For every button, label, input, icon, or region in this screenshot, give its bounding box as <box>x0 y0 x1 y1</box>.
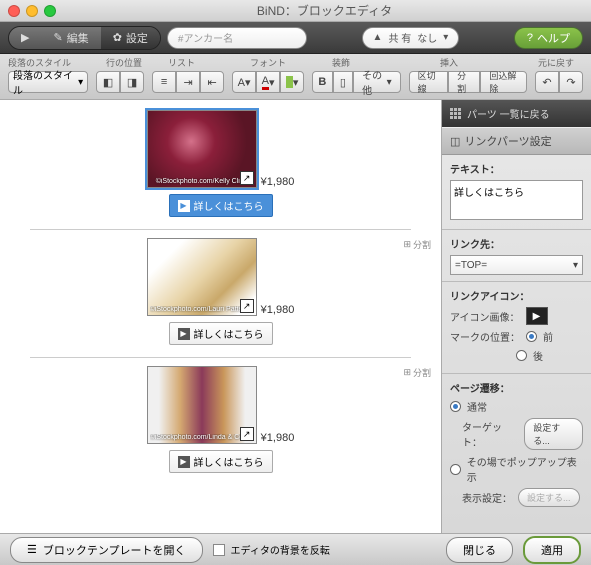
link-label: リンク先： <box>450 236 583 251</box>
link-target-dropdown[interactable]: =TOP=▾ <box>450 255 583 275</box>
close-window-button[interactable] <box>8 5 20 17</box>
expand-icon[interactable]: ↗ <box>240 299 254 313</box>
window-title: BiND：ブロックエディタ <box>66 2 583 19</box>
expand-icon[interactable]: ↗ <box>240 171 254 185</box>
position-after-radio[interactable] <box>516 350 527 361</box>
redo-button[interactable]: ↷ <box>559 71 583 93</box>
play-button[interactable]: ▶ <box>9 27 41 49</box>
checkbox-icon <box>213 544 225 556</box>
arrow-icon: ▶ <box>178 456 190 468</box>
mode-segment: ▶ ✎編集 ✿設定 <box>8 26 161 50</box>
main-toolbar: ▶ ✎編集 ✿設定 #アンカー名 ▲共 有なし▾ ?ヘルプ <box>0 22 591 54</box>
edit-button[interactable]: ✎編集 <box>41 27 100 49</box>
align-left-button[interactable]: ◧ <box>96 71 120 93</box>
canvas[interactable]: ©iStockphoto.com/Kelly Cline ↗ ¥1,980 ▶ … <box>0 100 441 533</box>
properties-panel: パーツ 一覧に戻る ◫ リンクパーツ設定 テキスト： リンク先： =TOP=▾ … <box>441 100 591 533</box>
undo-button[interactable]: ↶ <box>535 71 559 93</box>
price-label: ¥1,980 <box>261 432 295 444</box>
align-right-button[interactable]: ◨ <box>120 71 144 93</box>
anchor-input[interactable]: #アンカー名 <box>167 27 307 49</box>
product-image[interactable]: ©iStockphoto.com/Kelly Cline ↗ <box>147 110 257 188</box>
display-settings-button: 設定する... <box>518 488 580 507</box>
detail-link-button[interactable]: ▶ 詳しくはこちら <box>169 450 273 473</box>
grid-icon <box>450 108 461 119</box>
settings-button[interactable]: ✿設定 <box>101 27 160 49</box>
icon-section-label: リンクアイコン： <box>450 288 583 303</box>
minimize-window-button[interactable] <box>26 5 38 17</box>
content-item: ⊞分割 ©iStockphoto.com/Linda & Colin Mc ↗ … <box>30 366 411 473</box>
list-bullet-button[interactable]: ≡ <box>152 71 176 93</box>
traffic-lights <box>8 5 56 17</box>
other-format-button[interactable]: その他▾ <box>353 71 401 93</box>
quote-button[interactable]: ▯ <box>333 71 354 93</box>
target-settings-button[interactable]: 設定する... <box>524 418 583 450</box>
invert-bg-checkbox-row[interactable]: エディタの背景を反転 <box>213 542 330 557</box>
content-item: ⊞分割 ©iStockphoto.com/Lauri Patterson ↗ ¥… <box>30 238 411 345</box>
zoom-window-button[interactable] <box>44 5 56 17</box>
transition-popup-radio[interactable] <box>450 464 461 475</box>
insert-divider-button[interactable]: 区切線 <box>409 71 448 93</box>
expand-icon[interactable]: ↗ <box>240 427 254 441</box>
panel-header: ◫ リンクパーツ設定 <box>442 127 591 155</box>
help-button[interactable]: ?ヘルプ <box>514 27 583 49</box>
titlebar: BiND：ブロックエディタ <box>0 0 591 22</box>
font-button[interactable]: A▾ <box>232 71 256 93</box>
text-input[interactable] <box>450 180 583 220</box>
transition-normal-radio[interactable] <box>450 401 461 412</box>
template-button[interactable]: ☰ ブロックテンプレートを開く <box>10 537 203 563</box>
transition-label: ページ遷移： <box>450 380 583 395</box>
text-label: テキスト： <box>450 161 583 176</box>
price-label: ¥1,980 <box>261 304 295 316</box>
price-label: ¥1,980 <box>261 176 295 188</box>
footer: ☰ ブロックテンプレートを開く エディタの背景を反転 閉じる 適用 <box>0 533 591 565</box>
highlight-button[interactable]: ▾ <box>280 71 304 93</box>
arrow-icon: ▶ <box>178 200 190 212</box>
arrow-icon: ▶ <box>178 328 190 340</box>
position-before-radio[interactable] <box>526 331 537 342</box>
back-to-parts-button[interactable]: パーツ 一覧に戻る <box>442 100 591 127</box>
format-bar: 段落のスタイル 行の位置 リスト フォント 装飾 挿入 元に戻す 段落のスタイル… <box>0 54 591 100</box>
apply-button[interactable]: 適用 <box>523 536 581 564</box>
share-dropdown[interactable]: ▲共 有なし▾ <box>362 27 460 49</box>
icon-picker-button[interactable]: ▶ <box>526 307 548 325</box>
product-image[interactable]: ©iStockphoto.com/Linda & Colin Mc ↗ <box>147 366 257 444</box>
merge-button[interactable]: 回込解除 <box>480 71 527 93</box>
product-image[interactable]: ©iStockphoto.com/Lauri Patterson ↗ <box>147 238 257 316</box>
content-item: ©iStockphoto.com/Kelly Cline ↗ ¥1,980 ▶ … <box>30 110 411 217</box>
detail-link-button[interactable]: ▶ 詳しくはこちら <box>169 194 273 217</box>
paragraph-style-dropdown[interactable]: 段落のスタイル▾ <box>8 71 88 93</box>
split-marker[interactable]: ⊞分割 <box>403 366 431 379</box>
split-marker[interactable]: ⊞分割 <box>403 238 431 251</box>
list-outdent-button[interactable]: ⇤ <box>200 71 224 93</box>
detail-link-button[interactable]: ▶ 詳しくはこちら <box>169 322 273 345</box>
main-area: ©iStockphoto.com/Kelly Cline ↗ ¥1,980 ▶ … <box>0 100 591 533</box>
insert-split-button[interactable]: 分割 <box>448 71 480 93</box>
close-button[interactable]: 閉じる <box>446 537 513 563</box>
list-indent-button[interactable]: ⇥ <box>176 71 200 93</box>
font-color-button[interactable]: A▾ <box>256 71 280 93</box>
bold-button[interactable]: B <box>312 71 333 93</box>
